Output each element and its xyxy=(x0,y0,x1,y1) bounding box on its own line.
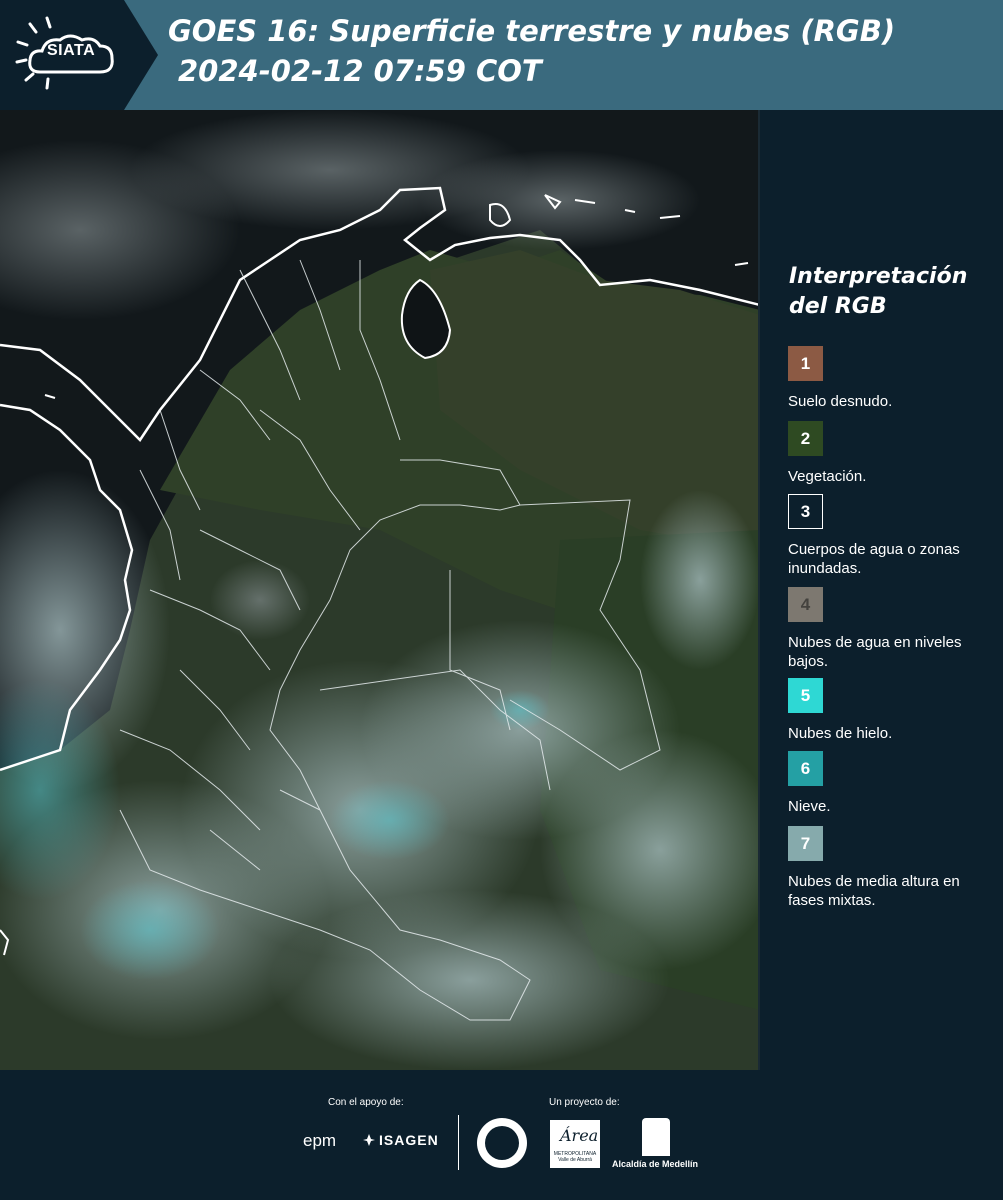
legend-label: Suelo desnudo. xyxy=(788,393,893,410)
legend-item-cuerpos-agua: 3 Cuerpos de agua o zonas inundadas. xyxy=(788,494,998,578)
area-subtitle: METROPOLITANA Valle de Aburrá xyxy=(553,1151,597,1163)
support-label: Con el apoyo de: xyxy=(328,1097,404,1108)
legend-swatch: 5 xyxy=(788,678,823,713)
legend-swatch: 7 xyxy=(788,826,823,861)
logo-text: SIATA xyxy=(47,42,96,59)
legend-swatch: 3 xyxy=(788,494,823,529)
isagen-icon xyxy=(363,1134,375,1146)
legend-label: Nubes de media altura en fases mixtas. xyxy=(788,873,960,909)
legend-item-nubes-media-altura: 7 Nubes de media altura en fases mixtas. xyxy=(788,826,998,910)
area-word: Área xyxy=(560,1126,599,1145)
university-seal-icon xyxy=(477,1118,527,1168)
legend-number: 4 xyxy=(800,594,811,614)
legend-swatch: 6 xyxy=(788,751,823,786)
legend-number: 7 xyxy=(800,833,811,853)
legend-label: Cuerpos de agua o zonas inundadas. xyxy=(788,541,960,577)
epm-logo: epm xyxy=(303,1131,337,1150)
area-metropolitana-logo: Área METROPOLITANA Valle de Aburrá xyxy=(550,1120,600,1168)
legend-label: Nubes de hielo. xyxy=(788,725,893,742)
legend-number: 1 xyxy=(800,353,811,373)
legend-item-vegetacion: 2 Vegetación. xyxy=(788,421,998,486)
legend-label: Nieve. xyxy=(788,798,831,815)
legend-panel: Interpretación del RGB 1 Suelo desnudo. … xyxy=(762,110,1003,1070)
legend-title: Interpretación del RGB xyxy=(789,264,968,319)
legend-label: Nubes de agua en niveles bajos. xyxy=(788,634,962,670)
legend-swatch: 4 xyxy=(788,587,823,622)
isagen-logo: ISAGEN xyxy=(362,1132,439,1148)
legend-label: Vegetación. xyxy=(788,468,867,485)
legend-swatch: 1 xyxy=(788,346,823,381)
header-bar: SIATA GOES 16: Superficie terrestre y nu… xyxy=(0,0,1003,110)
legend-item-suelo-desnudo: 1 Suelo desnudo. xyxy=(788,346,998,411)
legend-item-nubes-hielo: 5 Nubes de hielo. xyxy=(788,678,998,743)
legend-number: 2 xyxy=(800,428,811,448)
footer-divider xyxy=(458,1115,459,1170)
alcaldia-label: Alcaldía de Medellín xyxy=(612,1159,699,1169)
legend-item-nubes-agua: 4 Nubes de agua en niveles bajos. xyxy=(788,587,998,671)
project-label: Un proyecto de: xyxy=(549,1097,620,1108)
satellite-map xyxy=(0,110,760,1070)
legend-number: 5 xyxy=(800,685,811,705)
legend-item-nieve: 6 Nieve. xyxy=(788,751,998,816)
legend-number: 6 xyxy=(800,758,811,778)
page-title: GOES 16: Superficie terrestre y nubes (R… xyxy=(168,14,896,48)
page-timestamp: 2024-02-12 07:59 COT xyxy=(178,54,542,88)
siata-logo: SIATA xyxy=(0,0,158,110)
legend-number: 3 xyxy=(800,501,811,521)
isagen-text: ISAGEN xyxy=(379,1132,439,1148)
legend-swatch: 2 xyxy=(788,421,823,456)
alcaldia-shield-icon xyxy=(642,1118,670,1156)
footer: Con el apoyo de: epm ISAGEN Un proyecto … xyxy=(0,1070,1003,1200)
